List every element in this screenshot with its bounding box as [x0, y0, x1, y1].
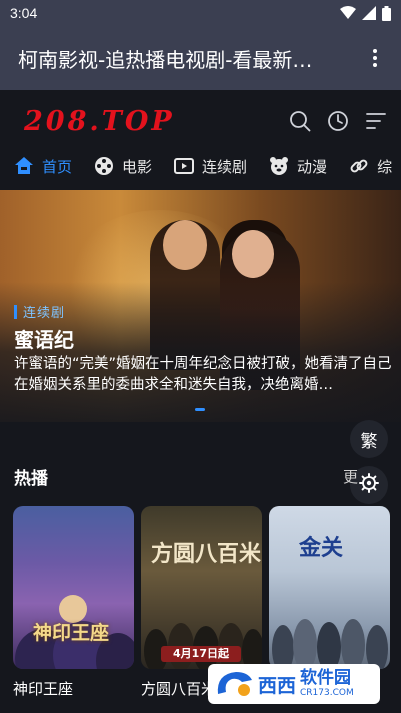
gear-icon [359, 472, 379, 498]
hero-banner[interactable]: 连续剧 蜜语纪 许蜜语的“完美”婚姻在十周年纪念日被打破，她看清了自己在婚姻关系… [0, 190, 401, 422]
bear-icon [269, 156, 289, 176]
status-icons [340, 5, 391, 21]
status-bar: 3:04 [0, 0, 401, 26]
poster-title-art: 神印王座 [33, 622, 110, 644]
watermark-brand: 软件园 [300, 668, 352, 688]
video-card[interactable]: 神印王座 神印王座 [13, 506, 134, 699]
search-icon[interactable] [289, 110, 311, 132]
site-logo[interactable]: 208.TOP [24, 106, 175, 137]
nav-item-variety[interactable]: 综 [349, 156, 392, 177]
nav-item-anime[interactable]: 动漫 [269, 156, 327, 177]
app-title: 柯南影视-追热播电视剧-看最新… [18, 47, 313, 72]
banner-tag-label: 连续剧 [23, 306, 66, 321]
link-icon [349, 156, 369, 176]
film-reel-icon [94, 156, 114, 176]
status-time: 3:04 [10, 5, 38, 21]
tv-play-icon [174, 156, 195, 176]
banner-description: 许蜜语的“完美”婚姻在十周年纪念日被打破，她看清了自己在婚姻关系里的委曲求全和迷… [14, 356, 392, 393]
filter-icon[interactable] [365, 110, 387, 132]
battery-icon [382, 5, 391, 21]
nav-item-label: 首页 [42, 157, 73, 176]
poster-title-art: 方圆八百米 [151, 541, 262, 567]
nav-item-label: 综 [377, 157, 393, 176]
poster-image: 金关 [269, 506, 390, 669]
nav-item-series[interactable]: 连续剧 [174, 156, 247, 177]
nav-item-label: 电影 [122, 157, 153, 176]
nav-item-movie[interactable]: 电影 [94, 156, 152, 177]
poster-image: 方圆八百米 4月17日起 [141, 506, 262, 669]
watermark-logo-icon [214, 668, 254, 700]
nav-item-home[interactable]: 首页 [14, 156, 72, 177]
home-icon [14, 156, 34, 176]
category-nav: 首页 电影 连续剧 动漫 综 [0, 152, 401, 180]
banner-category-tag: 连续剧 [14, 302, 65, 321]
signal-icon [362, 6, 376, 20]
traditional-chinese-button[interactable]: 繁 [350, 420, 388, 458]
hot-section-header: 热播 更 [14, 464, 358, 489]
wifi-icon [340, 6, 356, 20]
carousel-indicator [195, 408, 205, 411]
section-title: 热播 [14, 469, 48, 489]
card-title: 神印王座 [13, 680, 74, 698]
more-link[interactable]: 更 [343, 466, 358, 487]
history-icon[interactable] [327, 110, 349, 132]
header-icons [289, 110, 387, 132]
watermark-main: 西西 [258, 674, 297, 697]
banner-title: 蜜语纪 [14, 328, 74, 352]
watermark-badge: 西西 软件园 CR173.COM [208, 664, 380, 704]
app-bar: 柯南影视-追热播电视剧-看最新… [0, 26, 401, 90]
nav-item-label: 动漫 [297, 157, 328, 176]
poster-image: 神印王座 [13, 506, 134, 669]
site-header: 208.TOP [0, 90, 401, 152]
poster-date-badge: 4月17日起 [161, 646, 241, 662]
watermark-url: CR173.COM [300, 688, 354, 698]
poster-title-art: 金关 [299, 535, 344, 561]
more-vert-icon[interactable] [363, 46, 387, 70]
nav-item-label: 连续剧 [202, 157, 248, 176]
